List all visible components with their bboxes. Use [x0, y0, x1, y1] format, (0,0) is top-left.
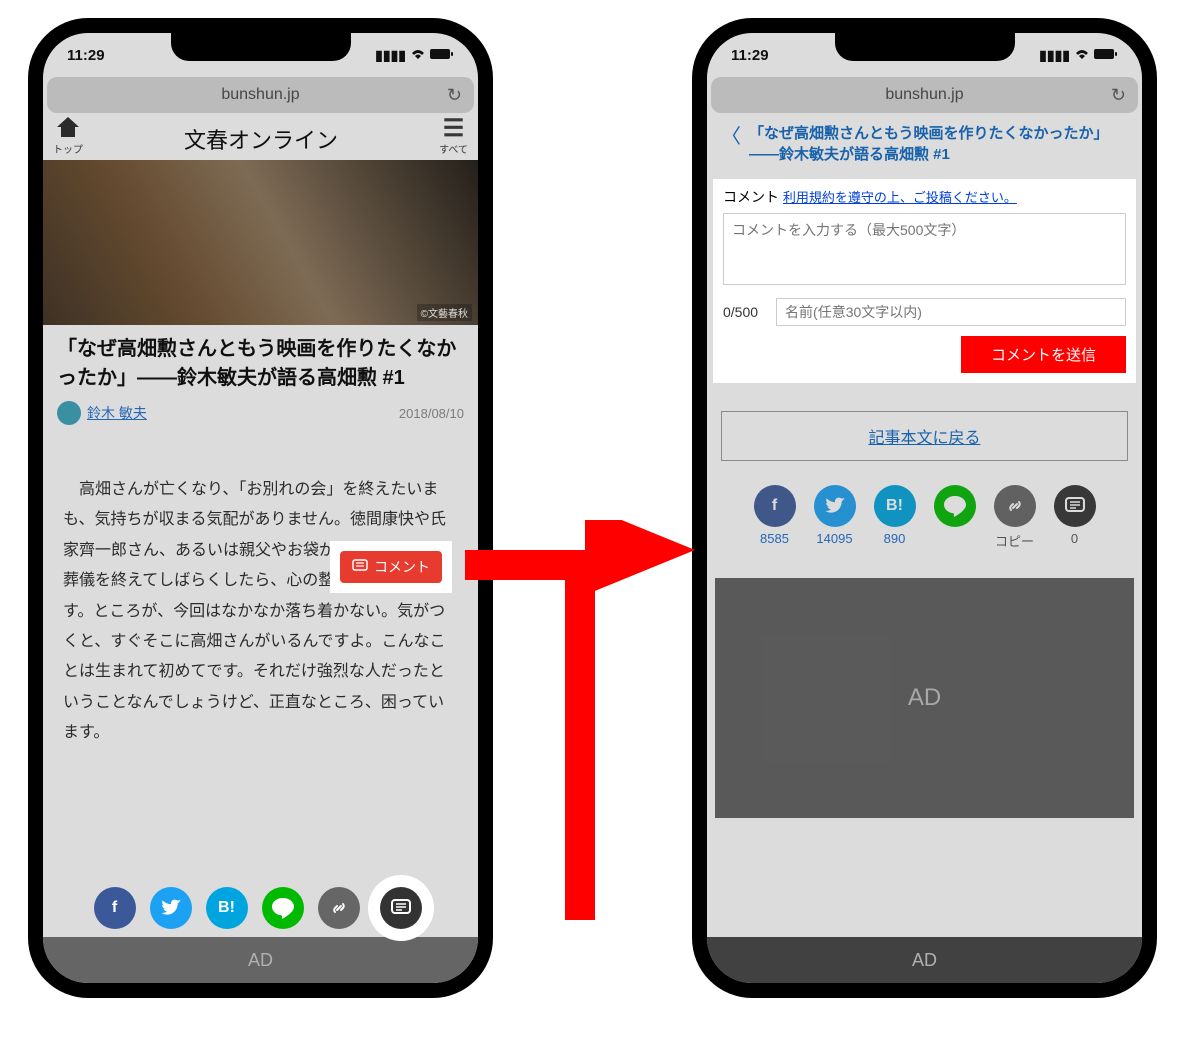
ad-big: AD: [715, 578, 1134, 818]
url-text: bunshun.jp: [221, 86, 299, 104]
share-row: f 8585 14095 B! 890: [707, 485, 1142, 550]
phone-left: 11:29 ▮▮▮▮ bunshun.jp ↻ トップ 文: [28, 18, 493, 998]
reload-icon[interactable]: ↻: [447, 85, 462, 106]
battery-icon: [1094, 47, 1118, 63]
wifi-icon: [410, 47, 426, 63]
chevron-left-icon: 〈: [721, 123, 741, 165]
article-body: 高畑さんが亡くなり、「お別れの会」を終えたいまも、気持ちが収まる気配がありません…: [43, 433, 478, 749]
back-title-link[interactable]: 〈 「なぜ高畑勲さんともう映画を作りたくなかったか」――鈴木敏夫が語る高畑勲 #…: [707, 113, 1142, 175]
notch: [171, 33, 351, 61]
home-label: トップ: [53, 141, 83, 156]
line-icon: [934, 485, 976, 527]
share-facebook[interactable]: f 8585: [754, 485, 796, 546]
phone-right: 11:29 ▮▮▮▮ bunshun.jp ↻ 〈 「なぜ高畑勲さんともう映画を…: [692, 18, 1157, 998]
status-icons: ▮▮▮▮: [375, 47, 454, 64]
app-header: トップ 文春オンライン ☰ すべて: [43, 113, 478, 156]
author-link[interactable]: 鈴木 敏夫: [87, 403, 147, 423]
share-row: f B!: [43, 881, 478, 935]
reload-icon[interactable]: ↻: [1111, 85, 1126, 106]
twitter-count: 14095: [814, 531, 856, 546]
twitter-icon[interactable]: [150, 887, 192, 929]
share-comment[interactable]: 0: [1054, 485, 1096, 546]
comment-icon: [1054, 485, 1096, 527]
flow-arrow: [465, 520, 725, 940]
comment-label: コメント: [723, 189, 779, 205]
comment-bubble-highlight: [374, 881, 428, 935]
hatena-icon: B!: [874, 485, 916, 527]
signal-icon: ▮▮▮▮: [375, 47, 406, 64]
byline: 鈴木 敏夫 2018/08/10: [43, 397, 478, 433]
comment-form: コメント 利用規約を遵守の上、ご投稿ください。 0/500 コメントを送信: [713, 179, 1136, 383]
back-title-text: 「なぜ高畑勲さんともう映画を作りたくなかったか」――鈴木敏夫が語る高畑勲 #1: [749, 123, 1128, 165]
status-icons: ▮▮▮▮: [1039, 47, 1118, 64]
comment-row2: 0/500: [723, 298, 1126, 326]
back-to-article-label: 記事本文に戻る: [868, 430, 980, 447]
back-to-article-button[interactable]: 記事本文に戻る: [721, 411, 1128, 461]
terms-link[interactable]: 利用規約を遵守の上、ご投稿ください。: [783, 190, 1017, 205]
share-copy[interactable]: コピー: [994, 485, 1036, 550]
signal-icon: ▮▮▮▮: [1039, 47, 1070, 64]
home-icon: [53, 117, 83, 141]
comment-button-highlight: コメント: [334, 545, 448, 589]
screen-left: 11:29 ▮▮▮▮ bunshun.jp ↻ トップ 文: [43, 33, 478, 983]
line-label: [934, 531, 976, 546]
facebook-icon[interactable]: f: [94, 887, 136, 929]
battery-icon: [430, 47, 454, 63]
char-counter: 0/500: [723, 304, 766, 320]
home-button[interactable]: トップ: [53, 117, 83, 156]
notch: [835, 33, 1015, 61]
comment-button[interactable]: コメント: [340, 551, 442, 583]
comment-button-label: コメント: [374, 557, 430, 577]
status-time: 11:29: [67, 47, 105, 64]
hatena-count: 890: [874, 531, 916, 546]
avatar-icon: [57, 401, 81, 425]
menu-icon: ☰: [439, 117, 468, 141]
comment-icon: [352, 559, 368, 576]
facebook-count: 8585: [754, 531, 796, 546]
line-icon[interactable]: [262, 887, 304, 929]
hero-caption: ©文藝春秋: [417, 304, 472, 321]
facebook-icon: f: [754, 485, 796, 527]
copy-label: コピー: [994, 531, 1036, 550]
menu-button[interactable]: ☰ すべて: [439, 117, 468, 156]
hero-image: ©文藝春秋: [43, 160, 478, 325]
url-bar[interactable]: bunshun.jp ↻: [47, 77, 474, 113]
comment-textarea[interactable]: [723, 213, 1126, 285]
link-icon[interactable]: [318, 887, 360, 929]
menu-label: すべて: [439, 141, 468, 156]
comment-count: 0: [1054, 531, 1096, 546]
hatena-icon[interactable]: B!: [206, 887, 248, 929]
url-text: bunshun.jp: [885, 86, 963, 104]
brand-title: 文春オンライン: [184, 119, 338, 155]
article-title: 「なぜ高畑勲さんともう映画を作りたくなかったか」――鈴木敏夫が語る高畑勲 #1: [43, 325, 478, 397]
wifi-icon: [1074, 47, 1090, 63]
send-comment-button[interactable]: コメントを送信: [961, 336, 1126, 373]
comment-form-header: コメント 利用規約を遵守の上、ご投稿ください。: [723, 187, 1126, 207]
status-time: 11:29: [731, 47, 769, 64]
name-input[interactable]: [776, 298, 1126, 326]
link-icon: [994, 485, 1036, 527]
ad-bar: AD: [707, 937, 1142, 983]
twitter-icon: [814, 485, 856, 527]
share-line[interactable]: [934, 485, 976, 546]
ad-bar: AD: [43, 937, 478, 983]
screen-right: 11:29 ▮▮▮▮ bunshun.jp ↻ 〈 「なぜ高畑勲さんともう映画を…: [707, 33, 1142, 983]
url-bar[interactable]: bunshun.jp ↻: [711, 77, 1138, 113]
share-hatena[interactable]: B! 890: [874, 485, 916, 546]
share-twitter[interactable]: 14095: [814, 485, 856, 546]
comment-bubble-button[interactable]: [380, 887, 422, 929]
publish-date: 2018/08/10: [399, 406, 464, 421]
